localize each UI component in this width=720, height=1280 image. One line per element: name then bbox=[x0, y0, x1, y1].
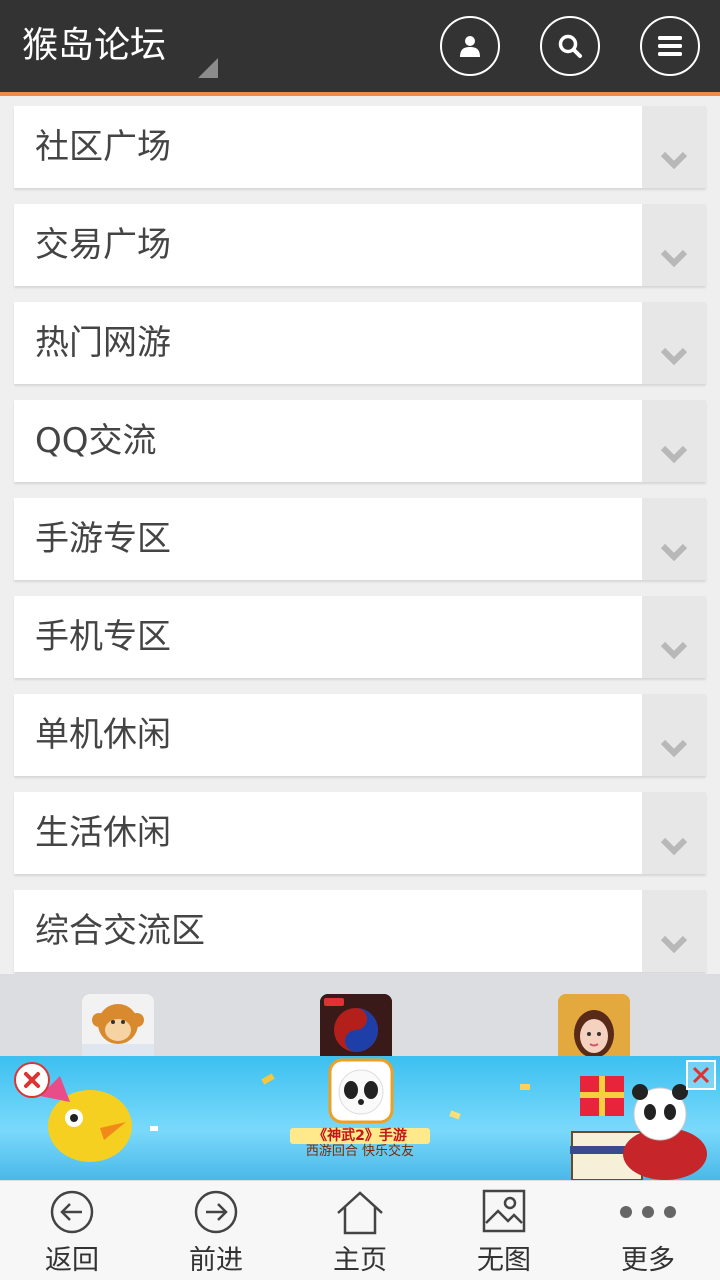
expand-toggle[interactable] bbox=[642, 106, 706, 188]
category-label: 手机专区 bbox=[35, 617, 171, 657]
chevron-down-icon bbox=[660, 151, 688, 170]
expand-toggle[interactable] bbox=[642, 694, 706, 776]
category-label: 单机休闲 bbox=[35, 715, 171, 755]
expand-toggle[interactable] bbox=[642, 792, 706, 874]
home-label: 主页 bbox=[333, 1245, 387, 1276]
expand-toggle[interactable] bbox=[642, 890, 706, 972]
monkey-logo-icon[interactable] bbox=[82, 994, 154, 1058]
search-icon bbox=[558, 34, 582, 58]
no-image-icon bbox=[482, 1189, 526, 1233]
bottom-toolbar: 返回 前进 主页 无图 更多 bbox=[0, 1180, 720, 1280]
category-label: 热门网游 bbox=[35, 323, 171, 363]
more-dots-icon bbox=[620, 1206, 676, 1218]
category-item[interactable]: 热门网游 bbox=[14, 302, 706, 384]
chevron-down-icon bbox=[660, 739, 688, 758]
expand-toggle[interactable] bbox=[642, 302, 706, 384]
forward-arrow-icon bbox=[194, 1190, 238, 1234]
category-item[interactable]: 单机休闲 bbox=[14, 694, 706, 776]
home-button[interactable]: 主页 bbox=[288, 1181, 432, 1280]
category-item[interactable]: 交易广场 bbox=[14, 204, 706, 286]
chevron-down-icon bbox=[660, 641, 688, 660]
ad-tagline: 西游回合 快乐交友 bbox=[305, 1144, 415, 1159]
home-icon bbox=[337, 1191, 383, 1235]
expand-toggle[interactable] bbox=[642, 204, 706, 286]
category-item[interactable]: 手游专区 bbox=[14, 498, 706, 580]
expand-toggle[interactable] bbox=[642, 400, 706, 482]
category-label: 综合交流区 bbox=[35, 911, 205, 951]
forward-button[interactable]: 前进 bbox=[144, 1181, 288, 1280]
chevron-down-icon bbox=[660, 347, 688, 366]
chevron-down-icon bbox=[660, 837, 688, 856]
dropdown-caret-icon[interactable] bbox=[198, 58, 218, 78]
ad-banner[interactable]: 《神武2》手游 西游回合 快乐交友 bbox=[0, 1056, 720, 1180]
back-button[interactable]: 返回 bbox=[0, 1181, 144, 1280]
category-label: 手游专区 bbox=[35, 519, 171, 559]
chevron-down-icon bbox=[660, 445, 688, 464]
top-header: 猴岛论坛 bbox=[0, 0, 720, 92]
character-app-icon[interactable] bbox=[558, 994, 630, 1058]
ad-artwork bbox=[40, 1058, 707, 1180]
user-icon bbox=[460, 36, 480, 57]
header-accent-bar bbox=[0, 92, 720, 96]
site-title[interactable]: 猴岛论坛 bbox=[22, 22, 166, 70]
category-item[interactable]: 手机专区 bbox=[14, 596, 706, 678]
category-item[interactable]: 综合交流区 bbox=[14, 890, 706, 972]
chevron-down-icon bbox=[660, 249, 688, 268]
app-icon-strip bbox=[0, 974, 720, 1058]
forum-category-list: 社区广场 交易广场 热门网游 QQ交流 手游专区 手机专区 单机休闲 生活休闲 … bbox=[14, 106, 706, 988]
menu-button[interactable] bbox=[640, 16, 700, 76]
back-label: 返回 bbox=[45, 1245, 99, 1276]
category-item[interactable]: 生活休闲 bbox=[14, 792, 706, 874]
category-item[interactable]: 社区广场 bbox=[14, 106, 706, 188]
expand-toggle[interactable] bbox=[642, 596, 706, 678]
ad-close-button[interactable] bbox=[14, 1062, 50, 1098]
ad-dismiss-button[interactable] bbox=[686, 1060, 716, 1090]
forward-label: 前进 bbox=[189, 1245, 243, 1276]
close-icon bbox=[24, 1072, 40, 1088]
category-label: 交易广场 bbox=[35, 225, 171, 265]
back-arrow-icon bbox=[50, 1190, 94, 1234]
more-label: 更多 bbox=[621, 1245, 675, 1276]
no-image-label: 无图 bbox=[477, 1245, 531, 1276]
user-button[interactable] bbox=[440, 16, 500, 76]
category-label: 生活休闲 bbox=[35, 813, 171, 853]
no-image-button[interactable]: 无图 bbox=[432, 1181, 576, 1280]
category-label: 社区广场 bbox=[35, 127, 171, 167]
expand-toggle[interactable] bbox=[642, 498, 706, 580]
game-app-icon[interactable] bbox=[320, 994, 392, 1058]
close-icon bbox=[692, 1066, 710, 1084]
search-button[interactable] bbox=[540, 16, 600, 76]
category-item[interactable]: QQ交流 bbox=[14, 400, 706, 482]
menu-icon bbox=[658, 36, 682, 56]
chevron-down-icon bbox=[660, 935, 688, 954]
category-label: QQ交流 bbox=[35, 421, 157, 461]
more-button[interactable]: 更多 bbox=[576, 1181, 720, 1280]
ad-game-title: 《神武2》手游 bbox=[290, 1128, 430, 1144]
chevron-down-icon bbox=[660, 543, 688, 562]
